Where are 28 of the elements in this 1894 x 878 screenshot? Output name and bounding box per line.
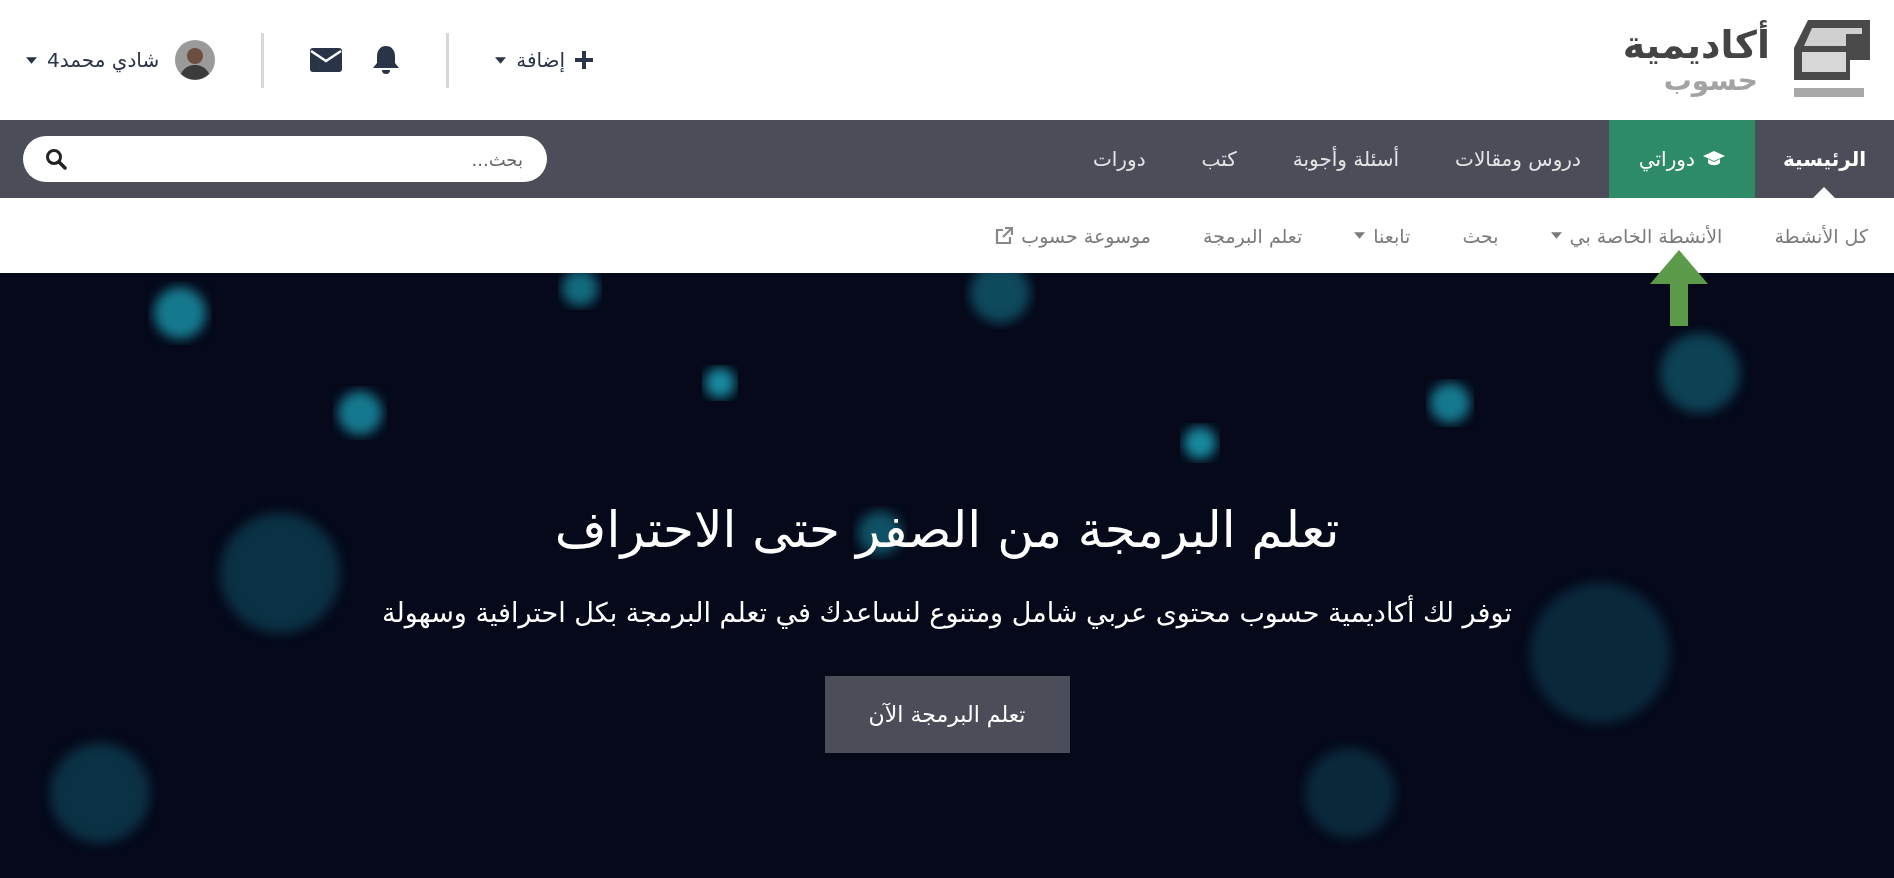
subnav-link[interactable]: بحث bbox=[1460, 220, 1501, 251]
user-menu-button[interactable]: شادي محمد4 bbox=[22, 36, 220, 84]
nav-tab[interactable]: دورات bbox=[1065, 120, 1174, 198]
envelope-icon bbox=[310, 48, 343, 72]
cta-button[interactable]: تعلم البرمجة الآن bbox=[824, 676, 1070, 753]
caret-icon bbox=[1550, 232, 1562, 239]
caret-icon bbox=[495, 56, 507, 64]
caret-icon bbox=[1354, 232, 1366, 239]
bell-icon bbox=[372, 45, 401, 75]
subnav-link[interactable]: كل الأنشطة bbox=[1772, 220, 1870, 251]
caret-icon bbox=[26, 56, 37, 64]
nav-tab[interactable]: دوراتي bbox=[1608, 120, 1755, 198]
hero-subtitle: توفر لك أكاديمية حسوب محتوى عربي شامل ومتنوع لنساعدك في تعلم البرمجة بكل احترافية وسهولة bbox=[382, 597, 1512, 628]
plus-icon bbox=[575, 51, 594, 69]
nav-tab[interactable]: دروس ومقالات bbox=[1427, 120, 1609, 198]
subnav-link[interactable]: تعلم البرمجة bbox=[1201, 220, 1305, 251]
hero-title: تعلم البرمجة من الصفر حتى الاحتراف bbox=[554, 501, 1340, 559]
avatar-icon bbox=[175, 40, 216, 80]
add-menu-button[interactable]: إضافة bbox=[491, 44, 598, 76]
subnav-link[interactable]: الأنشطة الخاصة بي bbox=[1548, 220, 1725, 251]
search-field[interactable]: بحث... bbox=[23, 136, 547, 182]
search-icon bbox=[45, 148, 67, 170]
external-link-icon bbox=[995, 226, 1014, 245]
graduation-cap-icon bbox=[1702, 151, 1725, 167]
nav-tab[interactable]: كتب bbox=[1173, 120, 1265, 198]
subnav-link[interactable]: موسوعة حسوب bbox=[993, 220, 1153, 251]
subnav-link[interactable]: تابعنا bbox=[1352, 220, 1413, 251]
nav-tab[interactable]: أسئلة وأجوبة bbox=[1264, 120, 1428, 198]
